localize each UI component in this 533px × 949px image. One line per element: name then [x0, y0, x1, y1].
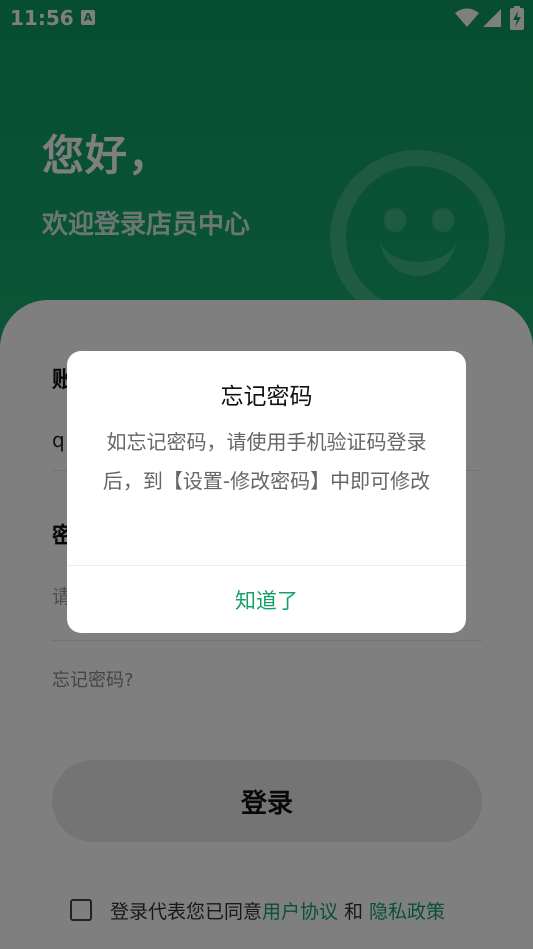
forgot-password-dialog: 忘记密码 如忘记密码，请使用手机验证码登录后，到【设置-修改密码】中即可修改 知… — [67, 351, 466, 633]
dialog-confirm-button[interactable]: 知道了 — [67, 566, 466, 633]
dialog-message: 如忘记密码，请使用手机验证码登录后，到【设置-修改密码】中即可修改 — [102, 430, 431, 493]
dialog-title: 忘记密码 — [220, 384, 313, 410]
